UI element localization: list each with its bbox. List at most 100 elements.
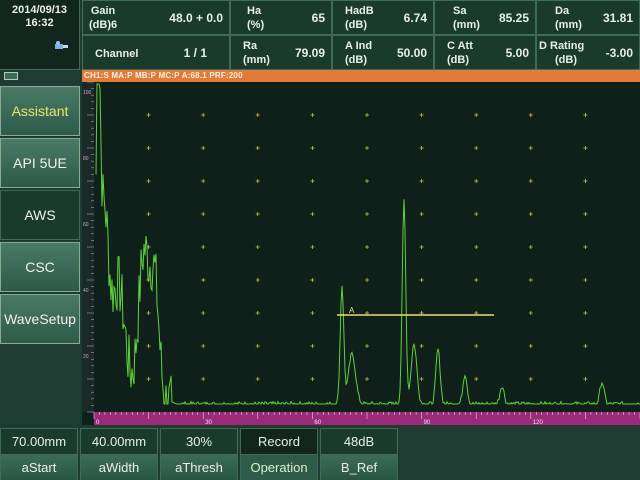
hadb-unit: (dB) — [345, 19, 367, 31]
grid-mark — [528, 179, 533, 183]
gain-value: 48.0 + 0.0 — [169, 11, 223, 25]
ra-cell: Ra (mm) 79.09 — [230, 35, 332, 70]
operation-value: Record — [241, 429, 317, 455]
x-tick-label: 90 — [424, 420, 431, 425]
hadb-cell: HadB (dB) 6.74 — [332, 0, 434, 35]
athresh-button[interactable]: 30% aThresh — [160, 428, 238, 480]
y-tick-label: 60 — [83, 222, 89, 228]
grid-mark — [365, 278, 369, 282]
ascan-plot: 10080604020 0306090120150 A — [82, 82, 640, 425]
astart-button[interactable]: 70.00mm aStart — [0, 428, 78, 480]
grid-mark — [146, 179, 151, 183]
grid-mark — [419, 278, 424, 282]
y-tick-label: 40 — [83, 288, 89, 294]
aind-value: 50.00 — [396, 46, 427, 60]
grid-mark — [310, 245, 315, 249]
grid-mark — [528, 245, 533, 249]
ascan-display[interactable]: 10080604020 0306090120150 A — [82, 82, 640, 425]
grid-mark — [310, 344, 315, 348]
channel-cell[interactable]: Channel 1 / 1 — [82, 35, 230, 70]
menu-item-aws[interactable]: AWS — [0, 190, 80, 240]
bref-value: 48dB — [321, 429, 397, 455]
grid-mark — [310, 179, 315, 183]
grid-mark — [255, 245, 260, 249]
gain-label: Gain — [90, 5, 116, 17]
grid-mark — [146, 377, 151, 381]
ha-value: 65 — [311, 11, 325, 25]
awidth-value: 40.00mm — [81, 429, 157, 455]
usb-icon — [55, 41, 68, 49]
menu-item-label: API 5UE — [13, 155, 67, 171]
menu-item-csc[interactable]: CSC — [0, 242, 80, 292]
catt-value: 5.00 — [505, 46, 529, 60]
grid-mark — [310, 278, 315, 282]
sa-value: 85.25 — [498, 11, 529, 25]
grid-mark — [365, 179, 369, 183]
grid-mark — [474, 278, 479, 282]
bottom-toolbar: 70.00mm aStart 40.00mm aWidth 30% aThres… — [0, 428, 640, 480]
awidth-button[interactable]: 40.00mm aWidth — [80, 428, 158, 480]
measurement-header: Gain (dB)6 48.0 + 0.0 Channel 1 / 1 Ha (… — [82, 0, 640, 70]
gain-cell[interactable]: Gain (dB)6 48.0 + 0.0 — [82, 0, 230, 35]
channel-label: Channel — [95, 48, 139, 60]
grid-mark — [474, 179, 479, 183]
sa-label: Sa — [453, 5, 467, 17]
sa-unit: (mm) — [453, 19, 480, 31]
grid — [146, 113, 588, 381]
channel-value: 1 / 1 — [183, 46, 207, 60]
menu-item-wavesetup[interactable]: WaveSetup — [0, 294, 80, 344]
grid-mark — [528, 344, 533, 348]
grid-mark — [583, 212, 588, 216]
grid-mark — [201, 179, 206, 183]
da-value: 31.81 — [602, 11, 633, 25]
grid-mark — [583, 311, 588, 315]
grid-mark — [583, 146, 588, 150]
grid-mark — [146, 344, 151, 348]
grid-mark — [419, 245, 424, 249]
grid-mark — [255, 311, 260, 315]
grid-mark — [201, 311, 206, 315]
grid-mark — [310, 377, 315, 381]
catt-unit: (dB) — [447, 54, 469, 66]
grid-mark — [365, 146, 369, 150]
grid-mark — [419, 344, 424, 348]
menu-item-label: CSC — [25, 259, 55, 275]
grid-mark — [255, 212, 260, 216]
hadb-value: 6.74 — [403, 11, 427, 25]
astart-label: aStart — [1, 455, 77, 480]
drating-unit: (dB) — [555, 54, 577, 66]
grid-mark — [528, 311, 533, 315]
grid-mark — [419, 146, 424, 150]
grid-mark — [583, 278, 588, 282]
menu-item-api5ue[interactable]: API 5UE — [0, 138, 80, 188]
drating-value: -3.00 — [605, 46, 633, 60]
drating-label: D Rating — [539, 40, 585, 52]
grid-mark — [474, 344, 479, 348]
catt-label: C Att — [447, 40, 473, 52]
grid-mark — [255, 113, 260, 117]
grid-mark — [528, 146, 533, 150]
sa-cell: Sa (mm) 85.25 — [434, 0, 536, 35]
grid-mark — [310, 311, 315, 315]
grid-mark — [583, 113, 588, 117]
grid-mark — [201, 245, 206, 249]
awidth-label: aWidth — [81, 455, 157, 480]
grid-mark — [528, 278, 533, 282]
grid-mark — [255, 278, 260, 282]
drating-cell: D Rating (dB) -3.00 — [536, 35, 640, 70]
menu-item-assistant[interactable]: Assistant — [0, 86, 80, 136]
grid-mark — [419, 113, 424, 117]
status-line: CH1:S MA:P MB:P MC:P A:68.1 PRF:200 — [82, 70, 640, 82]
ha-label: Ha — [247, 5, 262, 17]
ha-unit: (%) — [247, 19, 265, 31]
grid-mark — [365, 344, 369, 348]
y-tick-label: 100 — [83, 90, 92, 96]
bref-button[interactable]: 48dB B_Ref — [320, 428, 398, 480]
x-tick-label: 30 — [205, 420, 212, 425]
left-menu: Assistant API 5UE AWS CSC WaveSetup — [0, 86, 80, 346]
y-tick-label: 20 — [83, 354, 89, 360]
grid-mark — [201, 146, 206, 150]
operation-button[interactable]: Record Operation — [240, 428, 318, 480]
grid-mark — [474, 146, 479, 150]
grid-mark — [474, 377, 479, 381]
